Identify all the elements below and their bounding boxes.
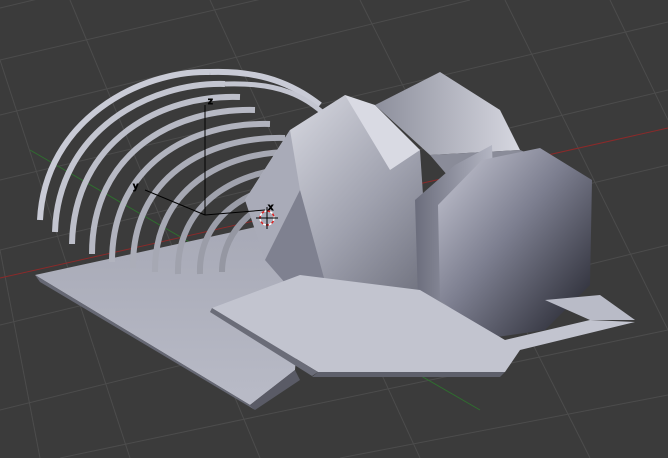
z-axis-label: z	[208, 97, 213, 107]
y-axis-label: y	[133, 182, 139, 192]
viewport-canvas[interactable]: z y x	[0, 0, 668, 458]
3d-viewport[interactable]: z y x	[0, 0, 668, 458]
